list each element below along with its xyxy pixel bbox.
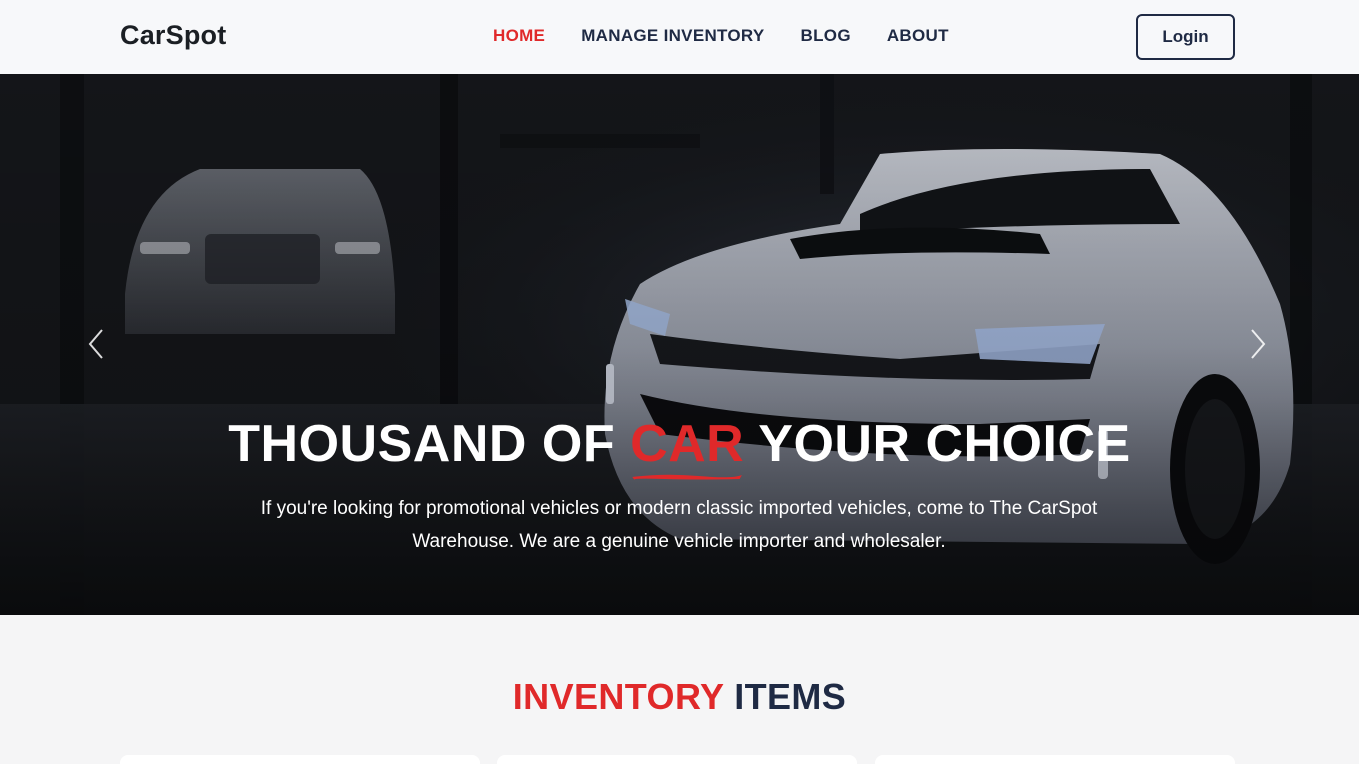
- nav-manage-inventory[interactable]: MANAGE INVENTORY: [581, 26, 764, 46]
- hero-title-part1: THOUSAND OF: [228, 415, 616, 473]
- inventory-title-dark: ITEMS: [734, 676, 847, 717]
- nav-blog[interactable]: BLOG: [801, 26, 851, 46]
- nav-about[interactable]: ABOUT: [887, 26, 949, 46]
- logo[interactable]: CarSpot: [120, 20, 226, 51]
- brush-underline: [632, 474, 742, 480]
- hero-title-accent-text: CAR: [630, 415, 745, 473]
- nav-home[interactable]: HOME: [493, 26, 545, 46]
- hero-title: THOUSAND OF CAR YOUR CHOICE: [0, 414, 1359, 480]
- inventory-card[interactable]: [497, 755, 857, 764]
- nav-links: HOME MANAGE INVENTORY BLOG ABOUT: [493, 26, 985, 46]
- login-button[interactable]: Login: [1136, 14, 1235, 60]
- inventory-title-red: INVENTORY: [512, 676, 724, 717]
- inventory-section-title: INVENTORY ITEMS: [0, 676, 1359, 718]
- inventory-card[interactable]: [875, 755, 1235, 764]
- hero-title-accent: CAR: [630, 414, 745, 480]
- carousel-prev-button[interactable]: [82, 324, 112, 364]
- chevron-right-icon: [1251, 329, 1266, 359]
- chevron-left-icon: [88, 329, 103, 359]
- hero-subtitle: If you're looking for promotional vehicl…: [260, 498, 1098, 552]
- inventory-card[interactable]: [120, 755, 480, 764]
- hero-title-part2: YOUR CHOICE: [758, 415, 1131, 473]
- navbar: CarSpot HOME MANAGE INVENTORY BLOG ABOUT…: [0, 0, 1359, 74]
- hero-carousel: THOUSAND OF CAR YOUR CHOICE If you're lo…: [0, 74, 1359, 615]
- carousel-next-button[interactable]: [1242, 324, 1272, 364]
